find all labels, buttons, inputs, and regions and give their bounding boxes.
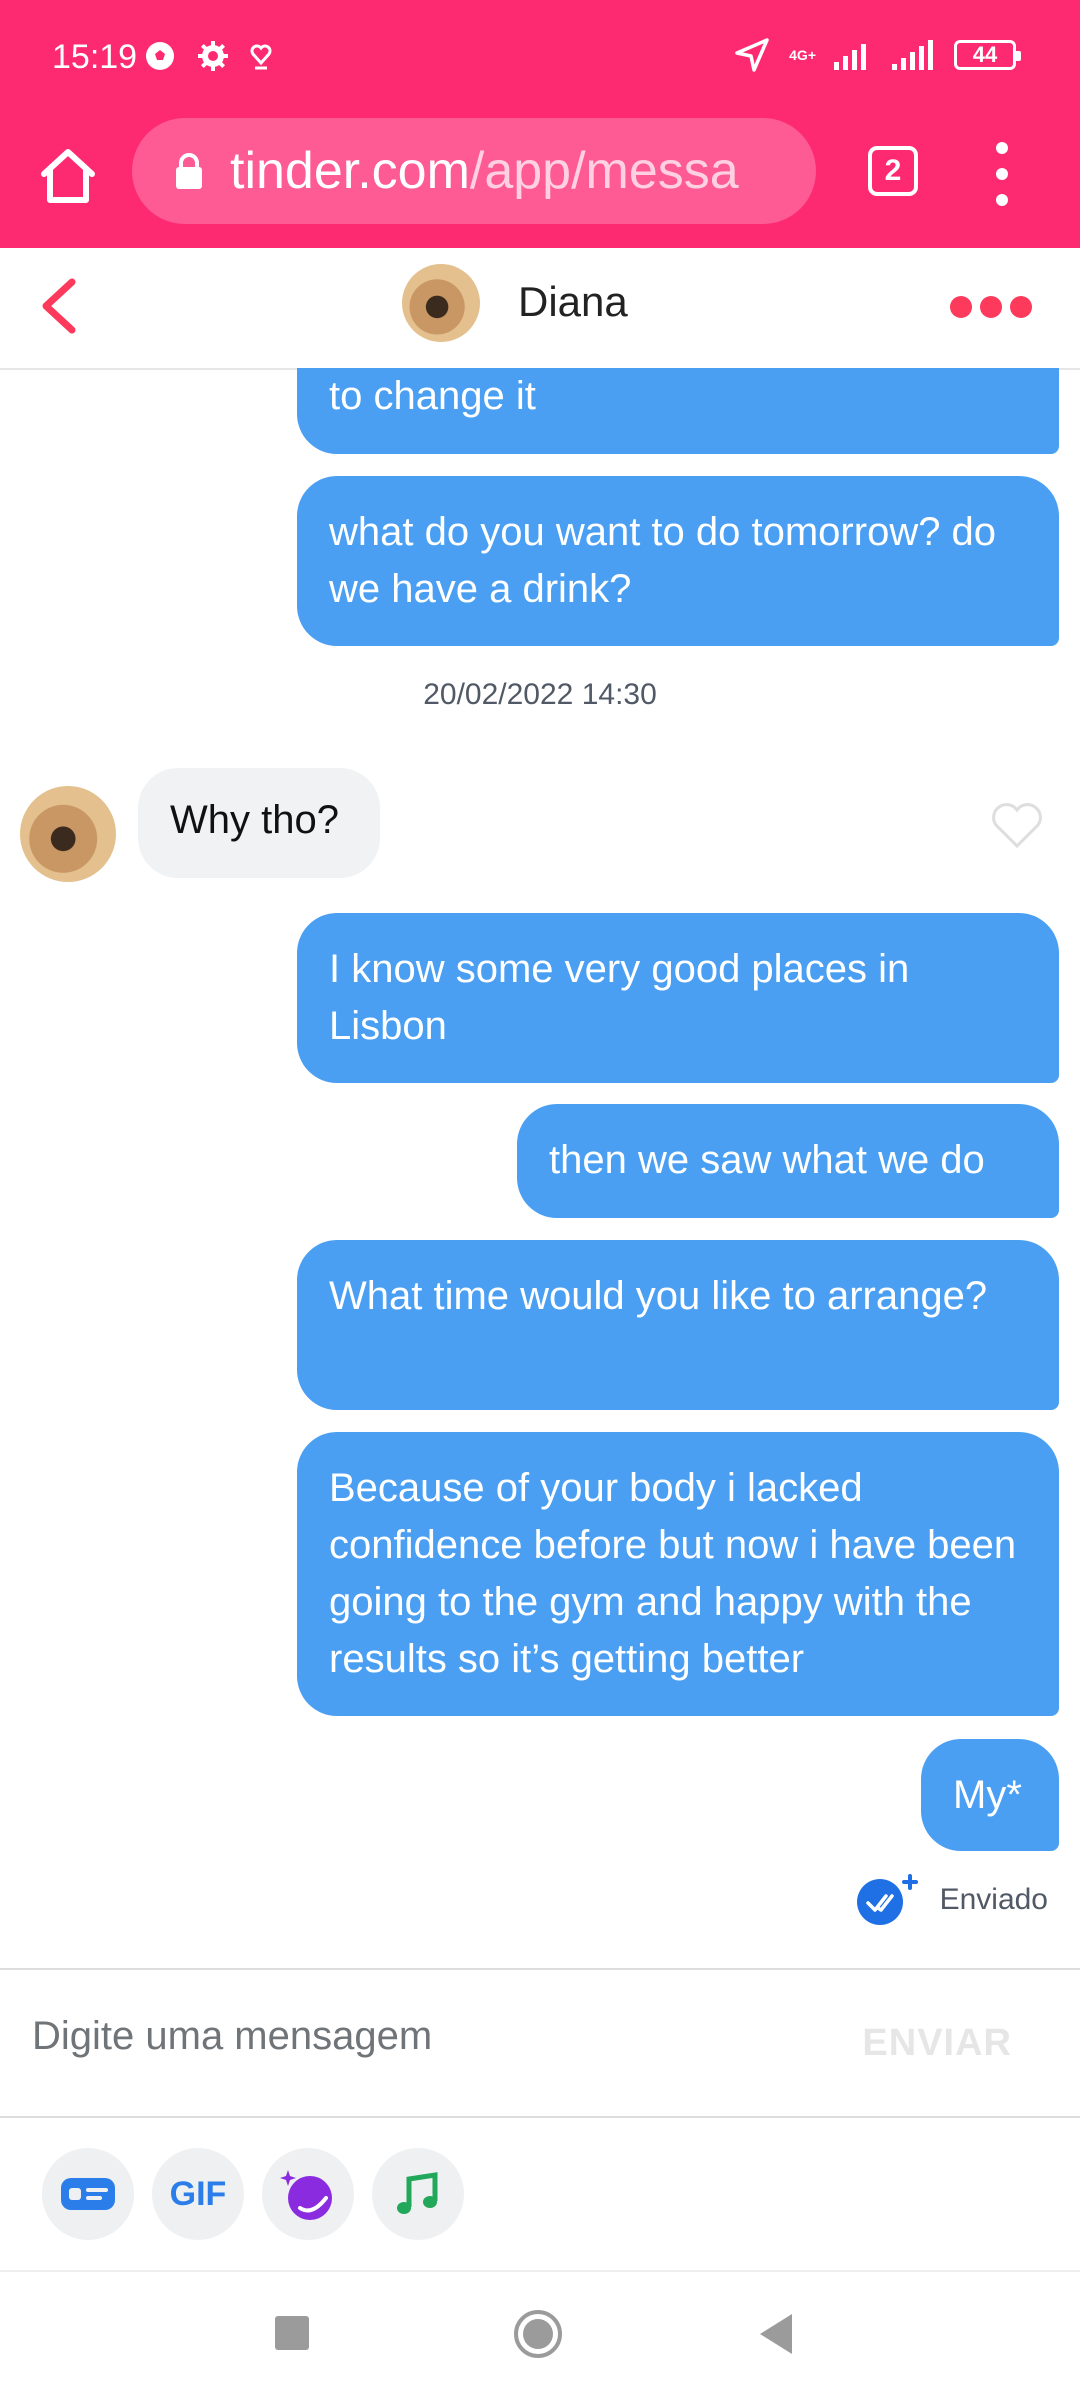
message-bubble-sent[interactable]: What time would you like to arrange?	[297, 1240, 1059, 1410]
sent-check-icon	[856, 1874, 918, 1925]
contact-avatar[interactable]	[402, 264, 480, 342]
location-arrow-icon	[735, 38, 769, 72]
signal-strength-icon-2	[892, 40, 933, 70]
message-bubble-sent[interactable]: My*	[921, 1739, 1059, 1851]
sent-status-label: Enviado	[939, 1883, 1048, 1916]
lock-icon	[176, 153, 202, 189]
composer-toolbar: GIF	[0, 2116, 1080, 2272]
heart-location-icon	[250, 44, 272, 70]
like-heart-icon[interactable]	[990, 800, 1044, 850]
contact-name[interactable]: Diana	[518, 278, 628, 326]
music-button[interactable]	[372, 2148, 464, 2240]
tab-count: 2	[884, 154, 902, 187]
browser-menu-icon[interactable]	[992, 142, 1012, 206]
chat-header: Diana	[0, 248, 1080, 370]
back-triangle-icon[interactable]	[758, 2312, 794, 2356]
status-notification-icons	[144, 40, 272, 72]
message-bubble-sent[interactable]: then we saw what we do	[517, 1104, 1059, 1218]
sticker-icon	[280, 2170, 332, 2220]
status-bar: 15:19 4G+ 44	[0, 0, 1080, 118]
message-bubble-sent[interactable]: I know some very good places in Lisbon	[297, 913, 1059, 1083]
tab-switcher-button[interactable]: 2	[868, 146, 918, 196]
id-card-icon	[61, 2178, 115, 2210]
url-text: tinder.com/app/messa	[230, 141, 739, 201]
sender-avatar[interactable]	[20, 786, 116, 882]
url-domain: tinder.com	[230, 142, 470, 200]
network-indicator: 4G+	[789, 48, 816, 62]
back-chevron-icon[interactable]	[36, 276, 86, 336]
url-path: /app/messa	[469, 142, 739, 200]
message-bubble-sent[interactable]: what do you want to do tomorrow? do we h…	[297, 476, 1059, 646]
message-timestamp: 20/02/2022 14:30	[423, 678, 657, 711]
home-icon[interactable]	[36, 144, 100, 208]
browser-toolbar: tinder.com/app/messa 2	[0, 118, 1080, 248]
message-bubble-sent[interactable]: to change it	[297, 368, 1059, 454]
more-options-icon[interactable]	[950, 296, 1032, 318]
music-note-icon	[397, 2172, 438, 2214]
battery-level: 44	[972, 42, 998, 67]
gif-button[interactable]: GIF	[152, 2148, 244, 2240]
address-bar[interactable]: tinder.com/app/messa	[132, 118, 816, 224]
message-input[interactable]: Digite uma mensagem	[32, 2014, 432, 2059]
network-label: 4G+	[789, 47, 816, 63]
status-system-icons: 4G+ 44	[733, 36, 1021, 74]
home-circle-icon[interactable]	[512, 2308, 564, 2360]
message-bubble-sent[interactable]: Because of your body i lacked confidence…	[297, 1432, 1059, 1716]
gif-label: GIF	[169, 2174, 227, 2213]
status-time: 15:19	[52, 38, 138, 76]
message-composer: Digite uma mensagem ENVIAR	[0, 1968, 1080, 2118]
recent-apps-icon[interactable]	[275, 2316, 309, 2350]
signal-strength-icon	[834, 44, 866, 70]
soccer-ball-icon	[146, 42, 174, 70]
message-bubble-received[interactable]: Why tho?	[138, 768, 380, 878]
sticker-card-button[interactable]	[42, 2148, 134, 2240]
send-button[interactable]: ENVIAR	[862, 2022, 1012, 2065]
sticker-button[interactable]	[262, 2148, 354, 2240]
system-navigation-bar	[0, 2272, 1080, 2400]
gear-icon	[198, 41, 228, 71]
delivery-status: Enviado	[856, 1872, 1048, 1928]
battery-icon: 44	[954, 40, 1021, 70]
